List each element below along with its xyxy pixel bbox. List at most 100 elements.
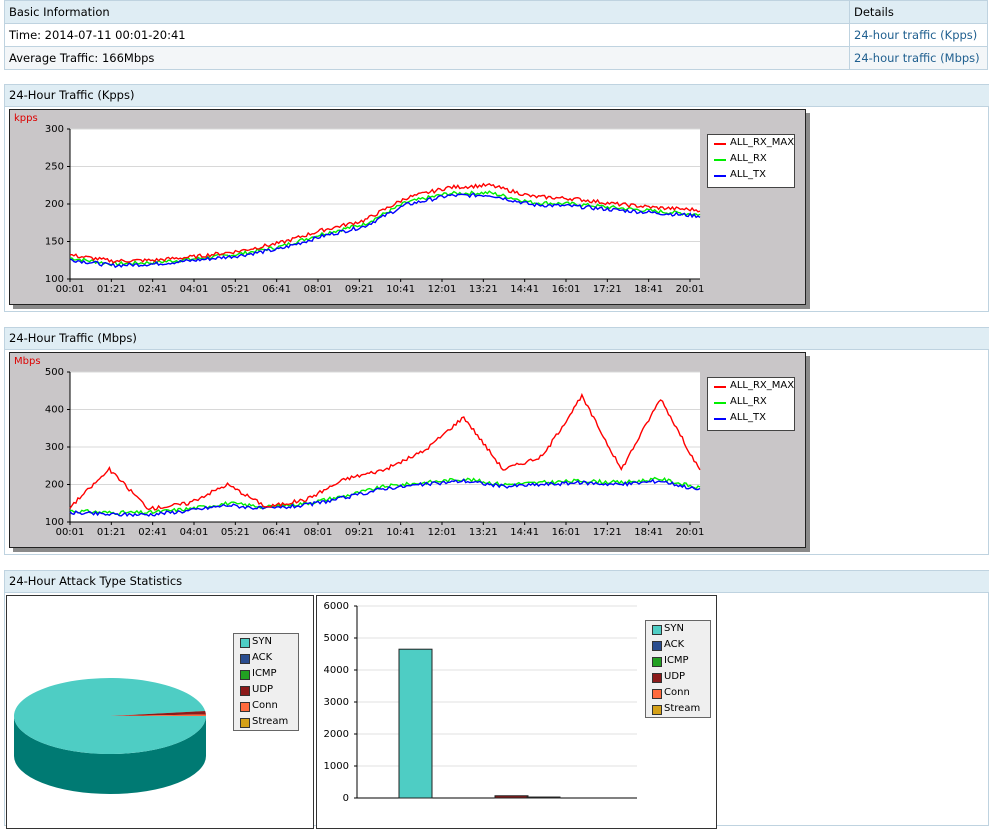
kpps-xtick-label: 08:01 bbox=[304, 284, 333, 295]
mbps-ytick-label: 200 bbox=[45, 480, 64, 491]
kpps-xtick-label: 14:41 bbox=[510, 284, 539, 295]
bar-conn bbox=[526, 796, 561, 799]
kpps-ytick-label: 250 bbox=[45, 162, 64, 173]
attack-legend-udp: UDP bbox=[646, 669, 710, 685]
legend-label: SYN bbox=[664, 623, 684, 634]
bar-ytick-label: 6000 bbox=[324, 601, 349, 612]
legend-label: Stream bbox=[252, 716, 289, 727]
mbps-section-title: 24-Hour Traffic (Mbps) bbox=[4, 327, 989, 350]
mbps-xtick-label: 00:01 bbox=[56, 527, 85, 538]
attack-legend-icmp: ICMP bbox=[646, 653, 710, 669]
kpps-xtick-label: 09:21 bbox=[345, 284, 374, 295]
bar-ytick-label: 1000 bbox=[324, 761, 349, 772]
legend-label: ACK bbox=[664, 639, 685, 650]
legend-label: ALL_RX bbox=[730, 153, 767, 164]
time-value: Time: 2014-07-11 00:01-20:41 bbox=[4, 23, 850, 47]
legend-swatch bbox=[714, 402, 726, 404]
kpps-xtick-label: 13:21 bbox=[469, 284, 498, 295]
legend-label: UDP bbox=[252, 684, 274, 695]
legend-swatch bbox=[240, 718, 250, 728]
bar-legend: SYN ACK ICMP UDP Conn Stream bbox=[645, 620, 711, 718]
mbps-chart: Mbps 100 200 300 400 500 00:01 01:21 02:41 04:01… bbox=[9, 352, 806, 548]
legend-swatch bbox=[652, 705, 662, 715]
mbps-xtick-label: 08:01 bbox=[304, 527, 333, 538]
kpps-ytick-label: 300 bbox=[45, 124, 64, 135]
mbps-xtick-label: 09:21 bbox=[345, 527, 374, 538]
kpps-xtick-label: 00:01 bbox=[56, 284, 85, 295]
attack-section-title: 24-Hour Attack Type Statistics bbox=[4, 570, 989, 593]
pie-slice-syn bbox=[14, 678, 207, 755]
mbps-xtick-label: 10:41 bbox=[386, 527, 415, 538]
legend-swatch bbox=[714, 159, 726, 161]
kpps-xtick-label: 10:41 bbox=[386, 284, 415, 295]
mbps-chart-svg: 10020030040050000:01 01:21 02:41 04:01 05:21… bbox=[45, 367, 705, 538]
legend-label: Conn bbox=[252, 700, 278, 711]
mbps-xtick-label: 13:21 bbox=[469, 527, 498, 538]
mbps-ytick-label: 300 bbox=[45, 442, 64, 453]
legend-label: Stream bbox=[664, 703, 701, 714]
mbps-xtick-label: 14:41 bbox=[510, 527, 539, 538]
kpps-section-title: 24-Hour Traffic (Kpps) bbox=[4, 84, 989, 107]
mbps-xtick-label: 16:01 bbox=[552, 527, 581, 538]
legend-item-all-rx-max: ALL_RX_MAX bbox=[708, 378, 794, 394]
legend-label: ALL_RX_MAX bbox=[730, 380, 795, 391]
attack-legend-syn: SYN bbox=[234, 634, 298, 650]
basic-info-header: Basic Information bbox=[4, 0, 850, 24]
mbps-xtick-label: 06:41 bbox=[262, 527, 291, 538]
kpps-xtick-label: 17:21 bbox=[593, 284, 622, 295]
details-header: Details bbox=[849, 0, 988, 24]
mbps-xtick-label: 17:21 bbox=[593, 527, 622, 538]
attack-legend-syn: SYN bbox=[646, 621, 710, 637]
kpps-xtick-label: 20:01 bbox=[676, 284, 705, 295]
legend-label: ACK bbox=[252, 652, 273, 663]
legend-item-all-rx: ALL_RX bbox=[708, 151, 794, 167]
bar-ytick-label: 3000 bbox=[324, 697, 349, 708]
mbps-xtick-label: 02:41 bbox=[138, 527, 167, 538]
kpps-xtick-label: 06:41 bbox=[262, 284, 291, 295]
mbps-xtick-label: 01:21 bbox=[97, 527, 126, 538]
legend-item-all-tx: ALL_TX bbox=[708, 167, 794, 183]
mbps-xtick-label: 04:01 bbox=[180, 527, 209, 538]
kpps-xtick-label: 18:41 bbox=[634, 284, 663, 295]
legend-swatch bbox=[714, 175, 726, 177]
attack-legend-conn: Conn bbox=[234, 698, 298, 714]
legend-swatch bbox=[240, 686, 250, 696]
attack-bar-chart: 0 1000 2000 3000 4000 5000 6000 SYN ACK ICMP UDP C… bbox=[316, 595, 717, 829]
basic-info-table: Basic Information Details Time: 2014-07-… bbox=[4, 0, 988, 70]
mbps-xtick-label: 12:01 bbox=[428, 527, 457, 538]
legend-label: ALL_RX bbox=[730, 396, 767, 407]
legend-swatch bbox=[240, 654, 250, 664]
attack-legend-stream: Stream bbox=[234, 714, 298, 730]
bar-ytick-label: 2000 bbox=[324, 729, 349, 740]
legend-label: Conn bbox=[664, 687, 690, 698]
attack-legend-udp: UDP bbox=[234, 682, 298, 698]
kpps-ytick-label: 200 bbox=[45, 199, 64, 210]
legend-swatch bbox=[652, 689, 662, 699]
kpps-xtick-label: 05:21 bbox=[221, 284, 250, 295]
legend-item-all-tx: ALL_TX bbox=[708, 410, 794, 426]
legend-swatch bbox=[652, 641, 662, 651]
legend-swatch bbox=[652, 657, 662, 667]
time-row: Time: 2014-07-11 00:01-20:41 24-hour tra… bbox=[4, 23, 988, 47]
legend-label: ALL_TX bbox=[730, 412, 766, 423]
kpps-xtick-label: 02:41 bbox=[138, 284, 167, 295]
attack-legend-stream: Stream bbox=[646, 701, 710, 717]
kpps-xtick-label: 04:01 bbox=[180, 284, 209, 295]
legend-item-all-rx: ALL_RX bbox=[708, 394, 794, 410]
legend-label: ALL_TX bbox=[730, 169, 766, 180]
kpps-xtick-label: 16:01 bbox=[552, 284, 581, 295]
legend-swatch bbox=[652, 625, 662, 635]
mbps-legend: ALL_RX_MAX ALL_RX ALL_TX bbox=[707, 377, 795, 431]
legend-label: SYN bbox=[252, 636, 272, 647]
legend-label: ICMP bbox=[252, 668, 277, 679]
legend-swatch bbox=[240, 670, 250, 680]
mbps-xtick-label: 20:01 bbox=[676, 527, 705, 538]
attack-pie-chart: SYN ACK ICMP UDP Conn Stream bbox=[6, 595, 314, 829]
mbps-traffic-link[interactable]: 24-hour traffic (Mbps) bbox=[854, 51, 980, 65]
kpps-legend: ALL_RX_MAX ALL_RX ALL_TX bbox=[707, 134, 795, 188]
kpps-traffic-link[interactable]: 24-hour traffic (Kpps) bbox=[854, 28, 977, 42]
legend-swatch bbox=[714, 418, 726, 420]
kpps-xtick-label: 12:01 bbox=[428, 284, 457, 295]
attack-legend-ack: ACK bbox=[234, 650, 298, 666]
basic-info-header-row: Basic Information Details bbox=[4, 0, 988, 24]
